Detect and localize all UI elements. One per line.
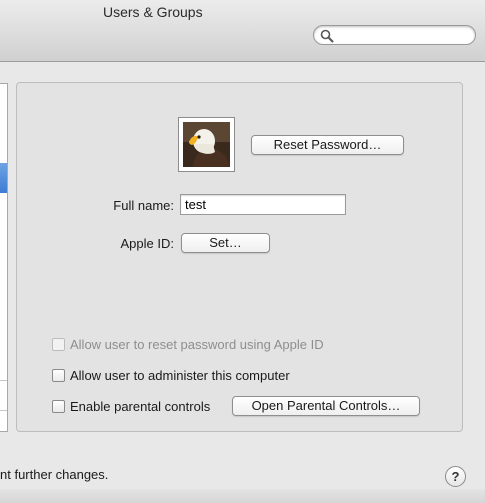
full-name-field[interactable] bbox=[180, 194, 346, 215]
set-apple-id-button[interactable]: Set… bbox=[181, 233, 270, 253]
window-titlebar: Users & Groups bbox=[0, 0, 485, 62]
search-icon bbox=[320, 29, 334, 43]
apple-id-label: Apple ID: bbox=[120, 236, 174, 251]
reset-with-apple-id-option: Allow user to reset password using Apple… bbox=[52, 335, 324, 353]
search-field[interactable] bbox=[313, 25, 476, 45]
help-button[interactable]: ? bbox=[445, 466, 466, 487]
parental-controls-option: Enable parental controls bbox=[52, 397, 210, 415]
parental-controls-checkbox[interactable] bbox=[52, 399, 65, 413]
list-divider bbox=[0, 410, 7, 411]
reset-with-apple-id-label: Allow user to reset password using Apple… bbox=[70, 336, 324, 352]
reset-password-button[interactable]: Reset Password… bbox=[251, 135, 404, 155]
full-name-label: Full name: bbox=[113, 198, 174, 213]
window-title: Users & Groups bbox=[103, 4, 203, 20]
window-bottom-edge bbox=[0, 489, 485, 503]
help-icon: ? bbox=[451, 469, 460, 484]
parental-controls-label: Enable parental controls bbox=[70, 398, 211, 414]
lock-message: nt further changes. bbox=[0, 467, 109, 482]
selected-user-row[interactable] bbox=[0, 163, 7, 193]
bald-eagle-icon bbox=[183, 122, 230, 167]
administer-checkbox[interactable] bbox=[52, 368, 65, 382]
open-parental-controls-button[interactable]: Open Parental Controls… bbox=[232, 396, 420, 416]
reset-with-apple-id-checkbox[interactable] bbox=[52, 337, 65, 351]
search-input[interactable] bbox=[336, 27, 470, 45]
user-picture-well[interactable] bbox=[178, 117, 235, 172]
administer-label: Allow user to administer this computer bbox=[70, 367, 290, 383]
administer-option: Allow user to administer this computer bbox=[52, 366, 290, 384]
list-divider bbox=[0, 380, 7, 381]
